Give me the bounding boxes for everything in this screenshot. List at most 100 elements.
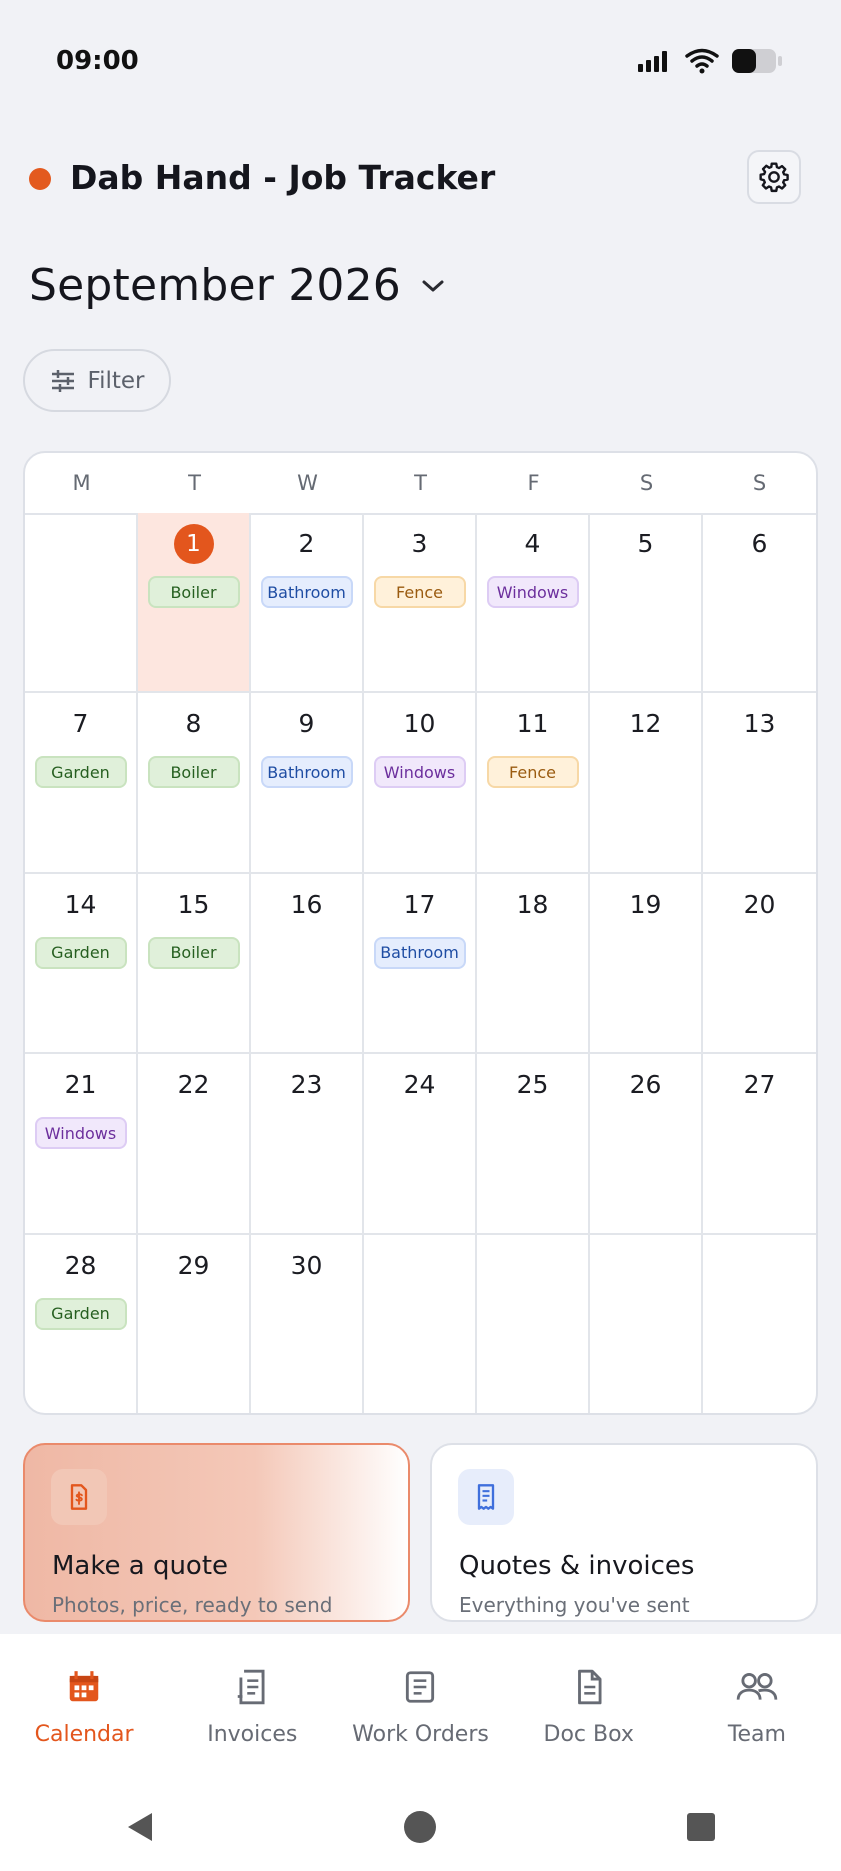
day-number: 23 bbox=[290, 1070, 323, 1100]
calendar-day-30[interactable]: 30 bbox=[251, 1234, 364, 1413]
weekday-label: T bbox=[188, 471, 201, 495]
calendar-empty-cell bbox=[703, 1235, 816, 1413]
day-number: 11 bbox=[516, 709, 549, 739]
calendar-day-17[interactable]: 17 Bathroom bbox=[364, 873, 477, 1055]
day-number: 24 bbox=[403, 1070, 436, 1100]
quotes-invoices-title: Quotes & invoices bbox=[459, 1551, 695, 1581]
day-number: 18 bbox=[516, 889, 549, 919]
filter-button[interactable]: Filter bbox=[23, 349, 171, 412]
calendar-day-27[interactable]: 27 bbox=[703, 1054, 816, 1235]
make-quote-title: Make a quote bbox=[52, 1551, 229, 1581]
job-tag-boiler[interactable]: Boiler bbox=[147, 756, 240, 789]
day-number: 10 bbox=[403, 709, 436, 739]
calendar-day-25[interactable]: 25 bbox=[477, 1054, 590, 1235]
weekday-label: T bbox=[414, 471, 427, 495]
calendar-day-29[interactable]: 29 bbox=[138, 1234, 251, 1413]
day-number: 14 bbox=[64, 889, 97, 919]
day-number: 21 bbox=[64, 1070, 97, 1100]
day-number: 3 bbox=[411, 529, 428, 558]
day-number: 19 bbox=[629, 889, 662, 919]
calendar-empty-cell bbox=[25, 513, 138, 694]
job-tag-boiler[interactable]: Boiler bbox=[147, 936, 240, 969]
job-tag-bathroom[interactable]: Bathroom bbox=[373, 936, 466, 969]
wifi-icon bbox=[685, 48, 719, 74]
calendar-day-10[interactable]: 10 Windows bbox=[364, 693, 477, 874]
day-number: 6 bbox=[751, 529, 768, 558]
nav-invoices[interactable]: Invoices bbox=[168, 1634, 336, 1782]
calendar-day-22[interactable]: 22 bbox=[138, 1054, 251, 1235]
calendar-day-2[interactable]: 2 Bathroom bbox=[251, 513, 364, 694]
nav-work-orders-label: Work Orders bbox=[352, 1722, 489, 1747]
weekday-header: M T W T F S S bbox=[25, 453, 816, 515]
calendar-icon bbox=[69, 1671, 99, 1702]
calendar-day-23[interactable]: 23 bbox=[251, 1054, 364, 1235]
calendar-day-5[interactable]: 5 bbox=[590, 513, 703, 694]
calendar-day-4[interactable]: 4 Windows bbox=[477, 513, 590, 694]
calendar-day-19[interactable]: 19 bbox=[590, 873, 703, 1055]
day-number: 25 bbox=[516, 1070, 549, 1100]
calendar-day-12[interactable]: 12 bbox=[590, 693, 703, 874]
day-number: 17 bbox=[403, 889, 436, 919]
weekday-label: S bbox=[752, 471, 767, 495]
job-tag-fence[interactable]: Fence bbox=[486, 756, 579, 789]
calendar-day-8[interactable]: 8 Boiler bbox=[138, 693, 251, 874]
day-number: 30 bbox=[290, 1250, 323, 1280]
job-tag-windows[interactable]: Windows bbox=[486, 576, 579, 608]
nav-work-orders[interactable]: Work Orders bbox=[336, 1634, 504, 1782]
day-number: 29 bbox=[177, 1250, 210, 1280]
job-tag-garden[interactable]: Garden bbox=[34, 1297, 127, 1330]
calendar-day-9[interactable]: 9 Bathroom bbox=[251, 693, 364, 874]
make-quote-card[interactable]: Make a quote Photos, price, ready to sen… bbox=[23, 1443, 410, 1622]
job-tag-bathroom[interactable]: Bathroom bbox=[260, 756, 353, 789]
day-number: 4 bbox=[524, 529, 541, 558]
calendar-day-21[interactable]: 21 Windows bbox=[25, 1054, 138, 1235]
receipt-icon bbox=[458, 1469, 514, 1525]
settings-button[interactable] bbox=[747, 150, 801, 204]
calendar-grid: 1 Boiler 2 Bathroom 3 Fence 4 Windows 5 6 7 Garden 8… bbox=[25, 513, 816, 1413]
nav-calendar[interactable]: Calendar bbox=[0, 1634, 168, 1782]
calendar-day-16[interactable]: 16 bbox=[251, 873, 364, 1055]
calendar-day-11[interactable]: 11 Fence bbox=[477, 693, 590, 874]
make-quote-subtitle: Photos, price, ready to send bbox=[52, 1593, 333, 1617]
calendar-day-18[interactable]: 18 bbox=[477, 873, 590, 1055]
quotes-invoices-subtitle: Everything you've sent bbox=[459, 1593, 690, 1617]
home-icon[interactable] bbox=[400, 1807, 440, 1847]
status-bar: 09:00 bbox=[0, 0, 841, 120]
calendar-day-13[interactable]: 13 bbox=[703, 693, 816, 874]
month-selector[interactable]: September 2026 bbox=[29, 260, 447, 311]
job-tag-boiler[interactable]: Boiler bbox=[147, 576, 240, 608]
nav-doc-box[interactable]: Doc Box bbox=[505, 1634, 673, 1782]
job-tag-fence[interactable]: Fence bbox=[373, 576, 466, 608]
chevron-down-icon bbox=[422, 280, 444, 291]
job-tag-garden[interactable]: Garden bbox=[34, 936, 127, 969]
quotes-invoices-card[interactable]: Quotes & invoices Everything you've sent bbox=[430, 1443, 818, 1622]
calendar-day-14[interactable]: 14 Garden bbox=[25, 873, 138, 1055]
month-calendar: M T W T F S S 1 Boiler 2 Bathroom 3 Fence 4 Win… bbox=[23, 451, 818, 1415]
day-number: 26 bbox=[629, 1070, 662, 1100]
calendar-day-28[interactable]: 28 Garden bbox=[25, 1234, 138, 1413]
calendar-day-24[interactable]: 24 bbox=[364, 1054, 477, 1235]
app-title: Dab Hand - Job Tracker bbox=[70, 158, 496, 197]
calendar-day-20[interactable]: 20 bbox=[703, 874, 816, 1055]
job-tag-garden[interactable]: Garden bbox=[34, 756, 127, 789]
calendar-empty-cell bbox=[590, 1234, 703, 1413]
calendar-day-26[interactable]: 26 bbox=[590, 1054, 703, 1235]
day-number: 22 bbox=[177, 1070, 210, 1100]
gear-icon bbox=[759, 162, 789, 193]
job-tag-windows[interactable]: Windows bbox=[34, 1117, 127, 1150]
calendar-day-6[interactable]: 6 bbox=[703, 513, 816, 694]
nav-team[interactable]: Team bbox=[673, 1634, 841, 1782]
status-icons bbox=[637, 48, 783, 74]
day-number: 9 bbox=[298, 709, 315, 739]
job-tag-bathroom[interactable]: Bathroom bbox=[260, 576, 353, 608]
calendar-day-15[interactable]: 15 Boiler bbox=[138, 873, 251, 1055]
day-number: 7 bbox=[72, 709, 89, 739]
job-tag-windows[interactable]: Windows bbox=[373, 756, 466, 789]
calendar-day-1[interactable]: 1 Boiler bbox=[138, 513, 251, 694]
calendar-day-3[interactable]: 3 Fence bbox=[364, 513, 477, 694]
calendar-day-7[interactable]: 7 Garden bbox=[25, 693, 138, 874]
nav-invoices-label: Invoices bbox=[207, 1722, 298, 1747]
back-icon[interactable] bbox=[120, 1807, 160, 1847]
day-number: 16 bbox=[290, 889, 323, 919]
recents-icon[interactable] bbox=[681, 1807, 721, 1847]
